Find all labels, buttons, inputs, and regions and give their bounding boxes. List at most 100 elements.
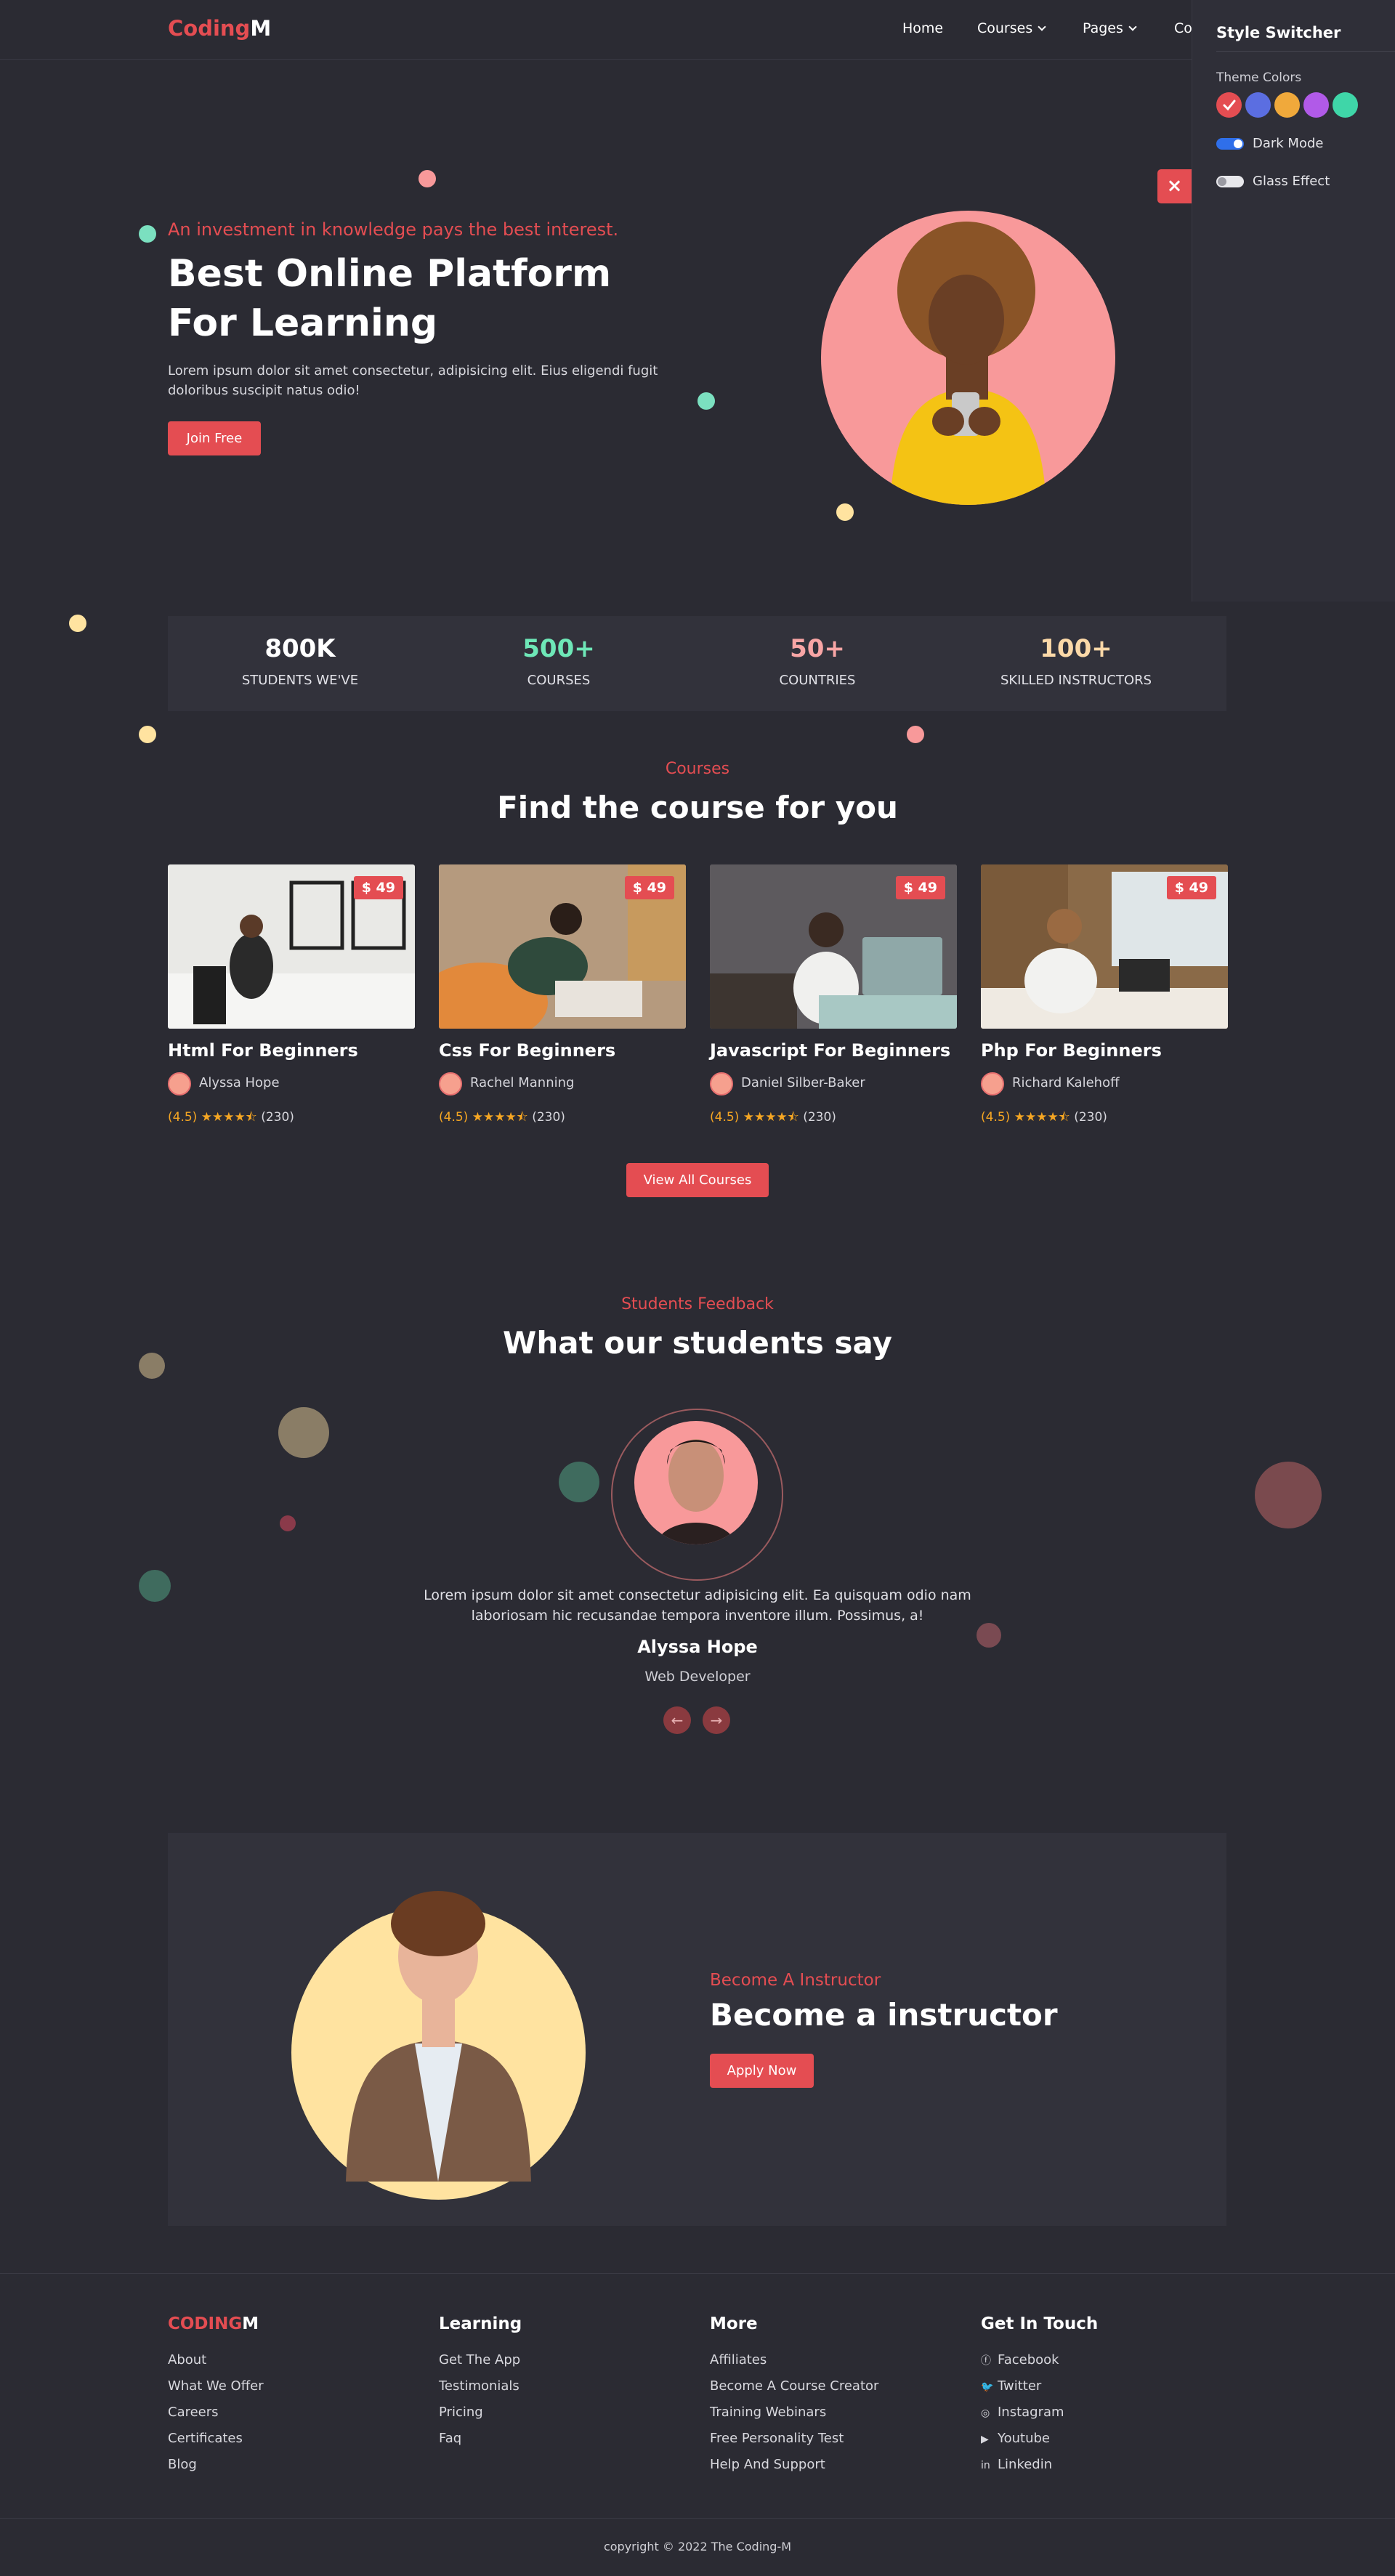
social-link-facebook[interactable]: ⓕ Facebook <box>981 2352 1242 2378</box>
arrow-left-icon: ← <box>671 1712 684 1729</box>
course-image: $ 49 <box>710 864 957 1029</box>
social-link-youtube[interactable]: ▶ Youtube <box>981 2431 1242 2457</box>
footer-contact-column: Get In Touch ⓕ Facebook 🐦 Twitter ◎ Instagr… <box>981 2314 1242 2483</box>
star-icons: ★★★★⯪ <box>743 1110 799 1125</box>
dark-mode-label: Dark Mode <box>1253 136 1324 151</box>
theme-swatch-green[interactable] <box>1333 92 1358 118</box>
stat-value: 500+ <box>522 634 595 663</box>
rating-value: (4.5) <box>981 1110 1011 1125</box>
theme-swatch-blue[interactable] <box>1245 92 1271 118</box>
price-badge: $ 49 <box>353 876 403 899</box>
footer-link[interactable]: What We Offer <box>168 2378 429 2405</box>
stat-label: COURSES <box>527 673 591 688</box>
course-title[interactable]: Javascript For Beginners <box>710 1040 950 1061</box>
decor-dot <box>280 1515 296 1531</box>
student-avatar-small[interactable] <box>139 1570 171 1602</box>
footer-brand-column: CODINGM About What We Offer Careers Cert… <box>168 2314 429 2483</box>
author-avatar <box>710 1072 733 1095</box>
instructor-eyebrow: Become A Instructor <box>710 1971 881 1990</box>
stats-bar: 800K STUDENTS WE'VE 500+ COURSES 50+ COU… <box>168 616 1226 711</box>
course-author: Rachel Manning <box>470 1075 575 1090</box>
nav-home[interactable]: Home <box>902 20 943 36</box>
stat-value: 800K <box>264 634 336 663</box>
testimonials-title: What our students say <box>503 1325 892 1361</box>
footer-more-column: More Affiliates Become A Course Creator … <box>710 2314 971 2483</box>
decor-dot <box>69 615 86 632</box>
course-title[interactable]: Php For Beginners <box>981 1040 1162 1061</box>
social-link-instagram[interactable]: ◎ Instagram <box>981 2405 1242 2431</box>
instructor-section: Become A Instructor Become a instructor … <box>168 1833 1226 2226</box>
nav-pages-label: Pages <box>1083 20 1123 36</box>
footer-link[interactable]: Free Personality Test <box>710 2431 971 2457</box>
divider <box>1216 51 1395 52</box>
linkedin-icon: in <box>981 2460 990 2471</box>
course-rating: (4.5) ★★★★⯪ (230) <box>710 1108 836 1129</box>
close-icon: × <box>1166 175 1183 197</box>
decor-dot <box>139 1353 165 1379</box>
hero-description: Lorem ipsum dolor sit amet consectetur, … <box>168 363 658 398</box>
check-icon <box>1223 100 1236 111</box>
footer-link[interactable]: Help And Support <box>710 2457 971 2483</box>
join-free-button[interactable]: Join Free <box>168 421 261 455</box>
star-icons: ★★★★⯪ <box>472 1110 528 1125</box>
apply-now-button[interactable]: Apply Now <box>710 2054 814 2088</box>
course-image: $ 49 <box>439 864 686 1029</box>
close-switcher-button[interactable]: × <box>1157 169 1192 203</box>
footer-link[interactable]: Certificates <box>168 2431 429 2457</box>
course-rating: (4.5) ★★★★⯪ (230) <box>981 1108 1107 1129</box>
student-avatar-small[interactable] <box>278 1407 329 1458</box>
decor-dot <box>698 392 715 410</box>
course-title[interactable]: Html For Beginners <box>168 1040 358 1061</box>
nav-contact[interactable]: Co <box>1174 20 1192 36</box>
theme-swatch-purple[interactable] <box>1303 92 1329 118</box>
course-author: Richard Kalehoff <box>1012 1075 1120 1090</box>
arrow-right-icon: → <box>710 1712 723 1729</box>
footer-link[interactable]: Affiliates <box>710 2352 971 2378</box>
theme-swatch-red[interactable] <box>1216 92 1242 118</box>
social-link-twitter[interactable]: 🐦 Twitter <box>981 2378 1242 2405</box>
footer-link[interactable]: Testimonials <box>439 2378 700 2405</box>
hero-student-image <box>821 211 1115 505</box>
copyright-divider <box>0 2518 1395 2519</box>
rating-value: (4.5) <box>168 1110 198 1125</box>
testimonials-eyebrow: Students Feedback <box>621 1295 774 1313</box>
footer-link[interactable]: Blog <box>168 2457 429 2483</box>
footer-heading: Get In Touch <box>981 2314 1099 2333</box>
footer-link[interactable]: Get The App <box>439 2352 700 2378</box>
hero-title: Best Online Platform For Learning <box>168 252 612 345</box>
footer-link[interactable]: About <box>168 2352 429 2378</box>
view-all-courses-button[interactable]: View All Courses <box>626 1163 769 1197</box>
chevron-down-icon <box>1038 23 1046 31</box>
footer-link[interactable]: Faq <box>439 2431 700 2457</box>
footer-logo[interactable]: CODINGM <box>168 2314 429 2336</box>
author-avatar <box>981 1072 1004 1095</box>
testimonial-avatar <box>634 1421 758 1544</box>
dark-mode-toggle[interactable] <box>1216 138 1244 150</box>
course-title[interactable]: Css For Beginners <box>439 1040 615 1061</box>
prev-testimonial-button[interactable]: ← <box>663 1706 691 1734</box>
nav-pages[interactable]: Pages <box>1083 20 1137 36</box>
rating-count: (230) <box>803 1110 836 1125</box>
theme-swatch-orange[interactable] <box>1274 92 1300 118</box>
chevron-down-icon <box>1128 23 1137 31</box>
site-logo[interactable]: CodingM <box>168 16 271 41</box>
decor-dot <box>418 170 436 187</box>
student-avatar-small[interactable] <box>1255 1462 1322 1528</box>
nav-courses-label: Courses <box>977 20 1033 36</box>
footer-link[interactable]: Pricing <box>439 2405 700 2431</box>
testimonial-name: Alyssa Hope <box>637 1637 758 1657</box>
price-badge: $ 49 <box>895 876 945 899</box>
logo-part-coding: Coding <box>168 16 251 41</box>
social-link-linkedin[interactable]: in Linkedin <box>981 2457 1242 2483</box>
hero-eyebrow: An investment in knowledge pays the best… <box>168 219 619 240</box>
stat-value: 50+ <box>790 634 845 663</box>
instagram-icon: ◎ <box>981 2407 990 2419</box>
glass-effect-toggle[interactable] <box>1216 176 1244 187</box>
nav-courses[interactable]: Courses <box>977 20 1046 36</box>
footer-link[interactable]: Training Webinars <box>710 2405 971 2431</box>
footer-link[interactable]: Careers <box>168 2405 429 2431</box>
decor-dot <box>907 726 924 743</box>
next-testimonial-button[interactable]: → <box>703 1706 730 1734</box>
courses-title: Find the course for you <box>497 790 898 825</box>
footer-link[interactable]: Become A Course Creator <box>710 2378 971 2405</box>
